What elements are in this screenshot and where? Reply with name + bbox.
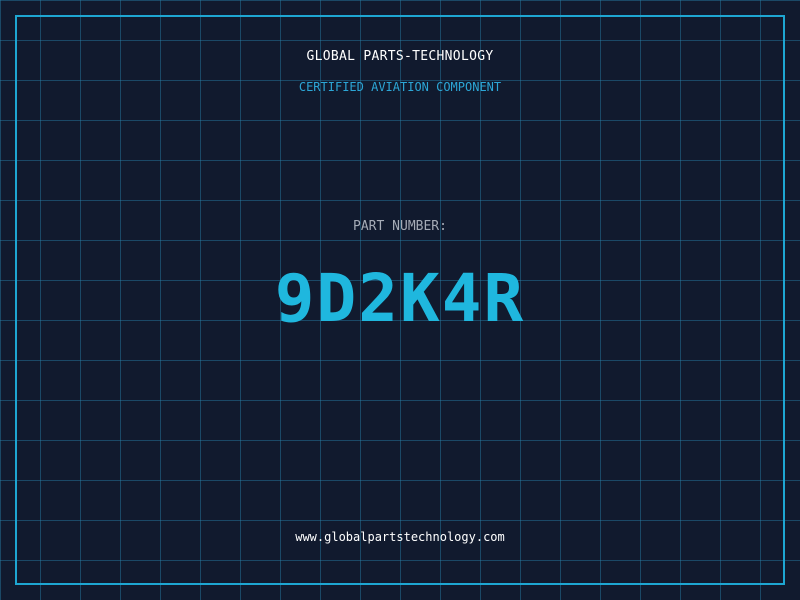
website-url: www.globalpartstechnology.com	[295, 530, 505, 544]
company-name: GLOBAL PARTS-TECHNOLOGY	[306, 49, 494, 64]
part-number-label: PART NUMBER:	[353, 219, 447, 234]
certification-subtitle: CERTIFIED AVIATION COMPONENT	[298, 80, 502, 94]
part-number-value: 9D2K4R	[274, 260, 526, 337]
